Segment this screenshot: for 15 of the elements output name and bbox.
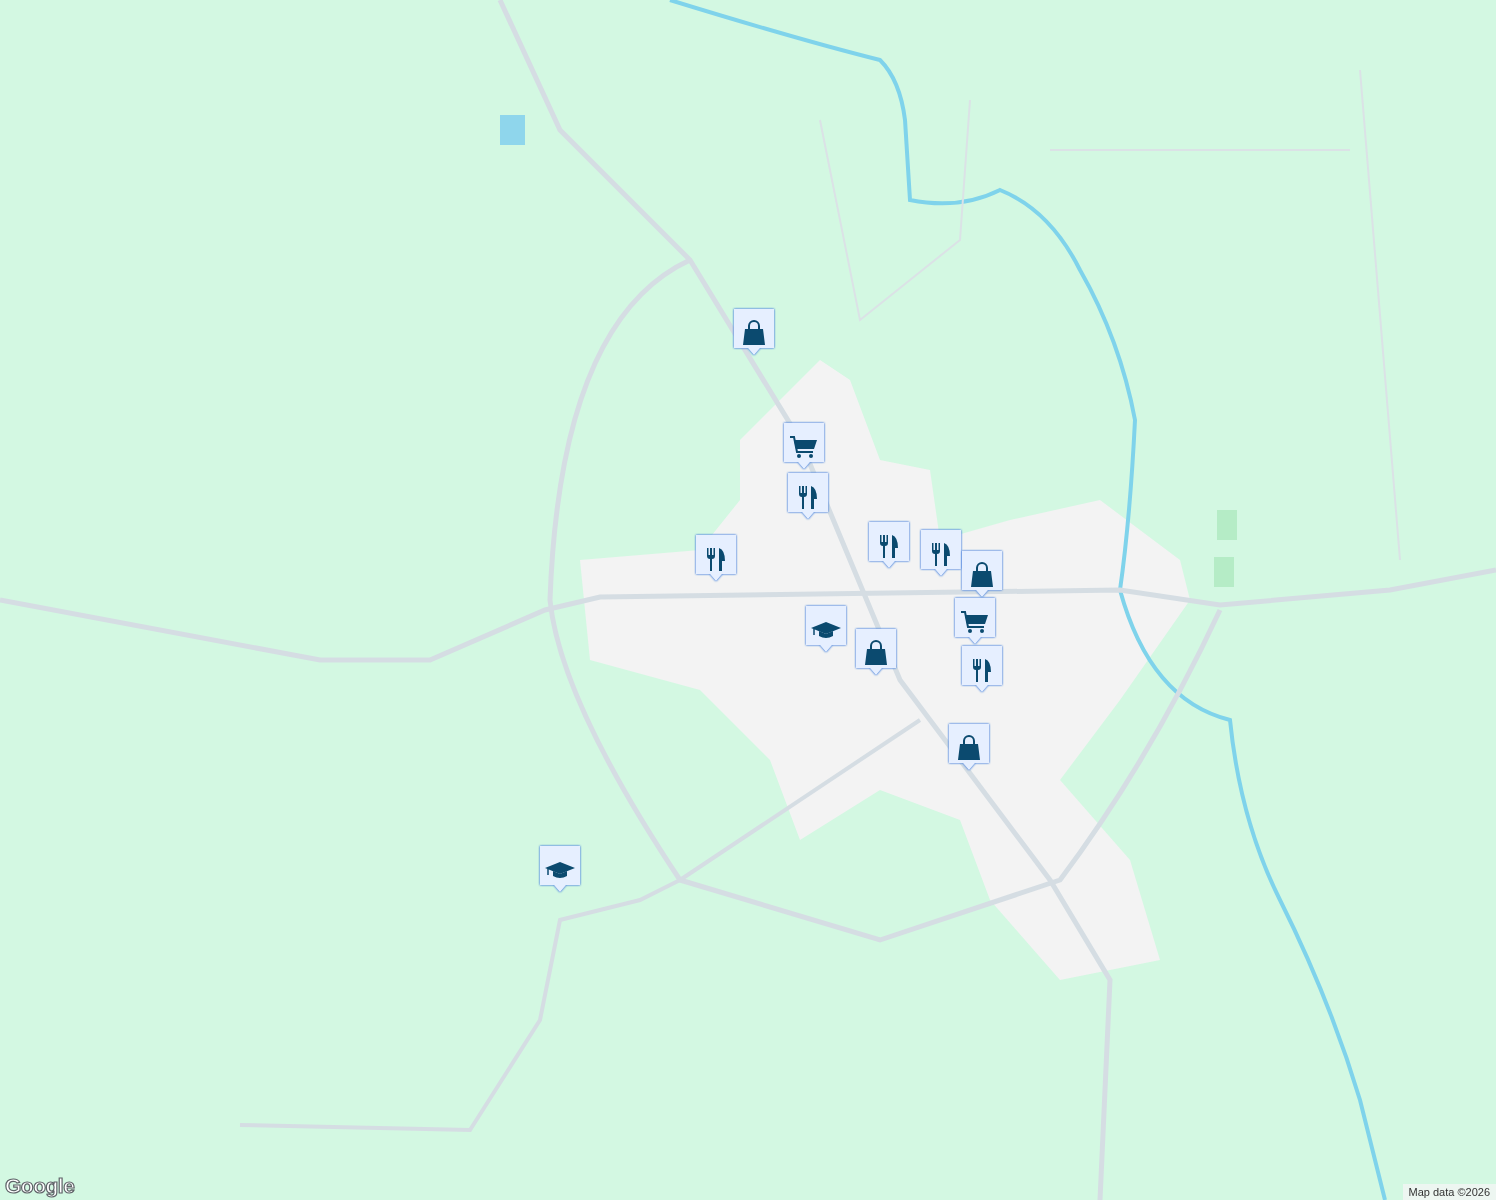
fork-knife-icon xyxy=(707,547,725,571)
shopping-bag-icon xyxy=(743,319,765,345)
shopping-cart-icon xyxy=(789,435,817,458)
shopping-bag-icon xyxy=(971,561,993,587)
shopping-cart-icon xyxy=(960,610,988,633)
graduation-cap-icon xyxy=(545,861,575,878)
fork-knife-icon xyxy=(880,534,898,558)
shopping-bag-icon xyxy=(958,734,980,760)
google-logo: Google xyxy=(5,1174,75,1198)
fork-knife-icon xyxy=(973,658,991,682)
shopping-bag-icon xyxy=(865,639,887,665)
fork-knife-icon xyxy=(932,542,950,566)
map-attribution: Map data ©2026 xyxy=(1402,1184,1496,1200)
fork-knife-icon xyxy=(799,485,817,509)
graduation-cap-icon xyxy=(811,621,841,638)
